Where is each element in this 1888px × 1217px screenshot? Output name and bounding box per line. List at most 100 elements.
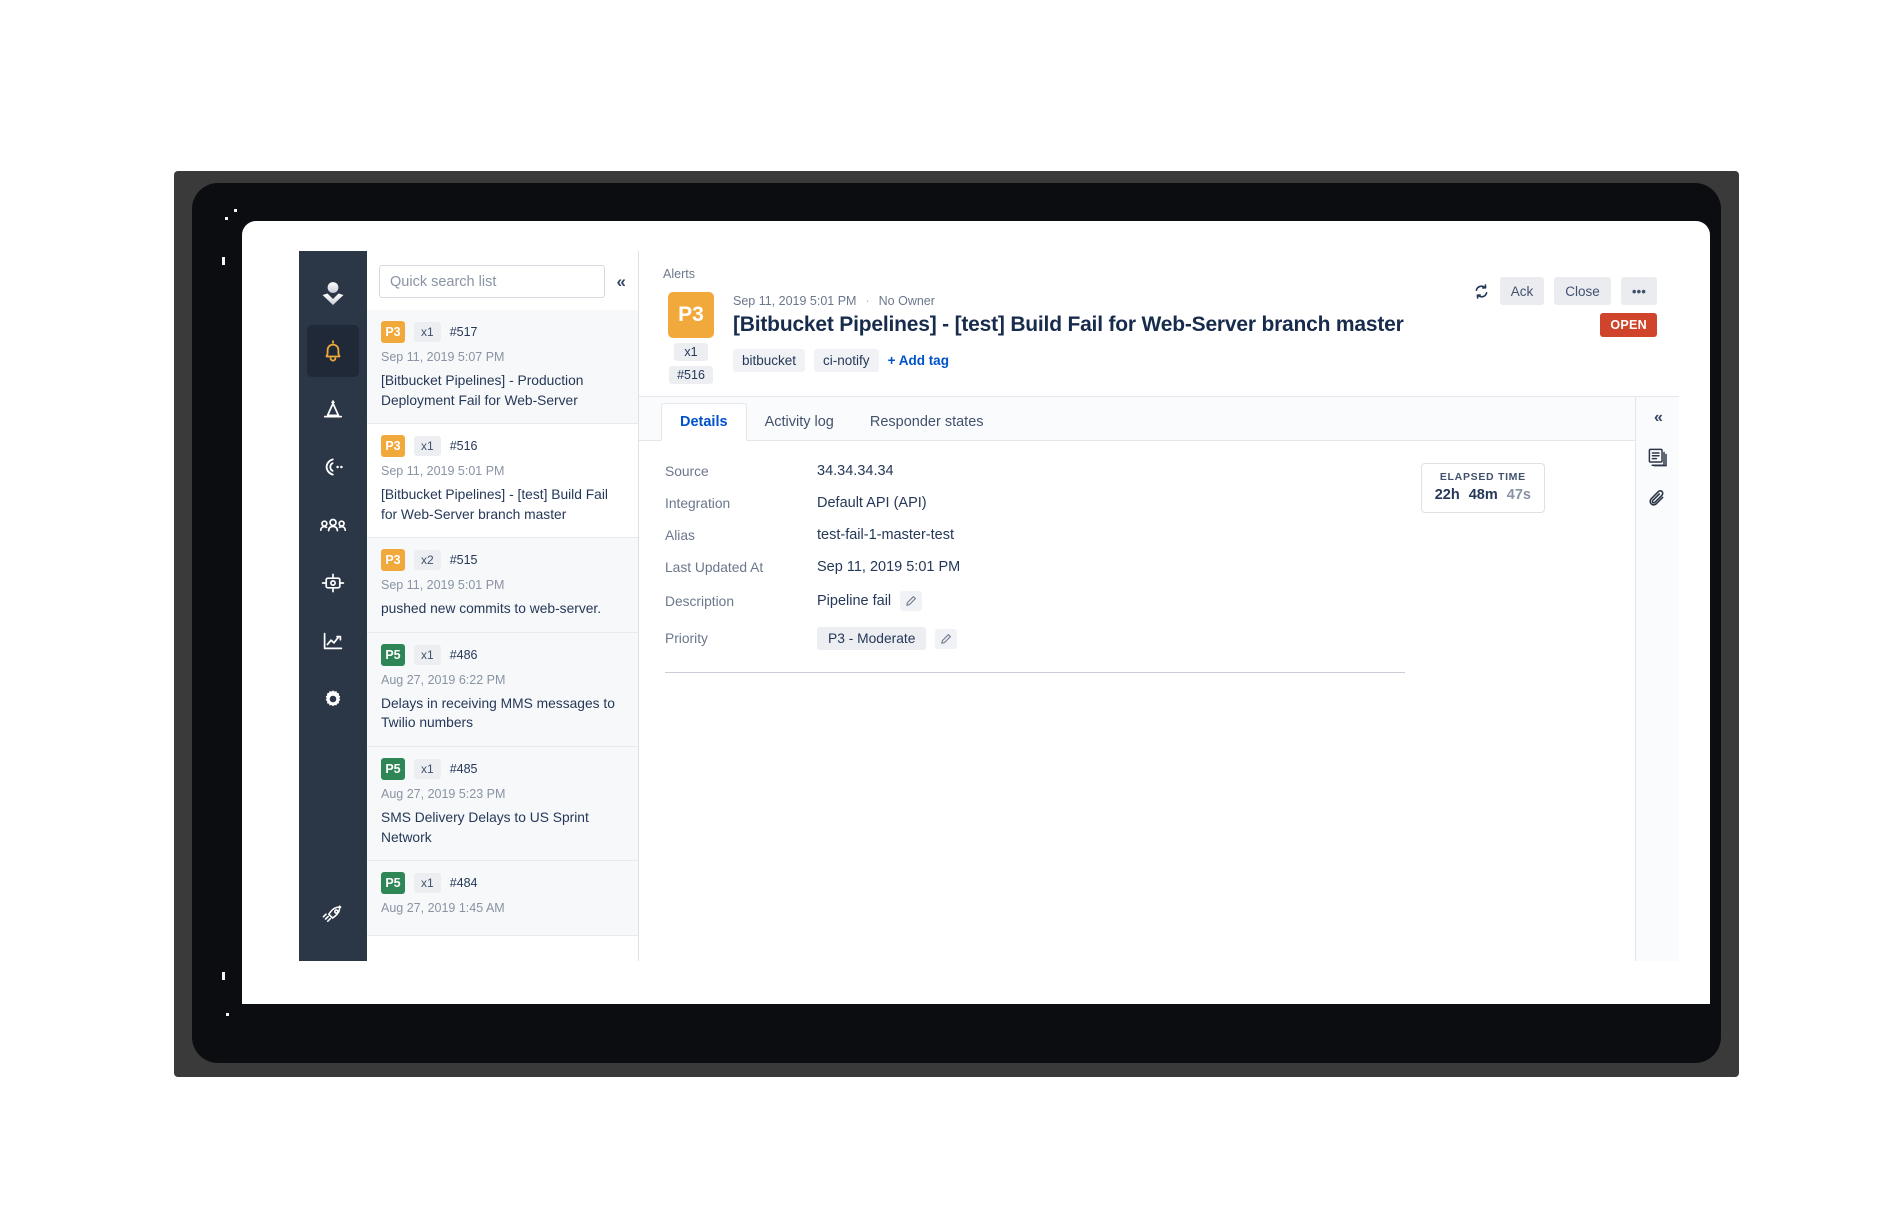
detail-value: P3 - Moderate [817, 627, 957, 650]
occurrence-count-badge: x1 [414, 759, 441, 779]
edit-pencil-icon[interactable] [935, 629, 957, 649]
sidebar-item-profile-avatar[interactable] [307, 267, 359, 319]
detail-label: Description [665, 594, 817, 609]
list-item[interactable]: P5x1#486 Aug 27, 2019 6:22 PM Delays in re… [367, 633, 638, 747]
list-item-date: Aug 27, 2019 5:23 PM [381, 787, 624, 801]
list-item-date: Sep 11, 2019 5:01 PM [381, 464, 624, 478]
priority-badge: P5 [381, 872, 405, 894]
sidebar-item-analytics[interactable] [307, 615, 359, 667]
tab-strip: DetailsActivity logResponder states [639, 397, 1635, 441]
detail-value-text: Sep 11, 2019 5:01 PM [817, 559, 960, 575]
detail-value: Sep 11, 2019 5:01 PM [817, 559, 960, 575]
list-item-title: SMS Delivery Delays to US Sprint Network [381, 808, 624, 847]
edit-pencil-icon[interactable] [900, 591, 922, 611]
list-item[interactable]: P3x1#517Sep 11, 2019 5:07 PM[Bitbucket P… [367, 310, 638, 424]
list-item[interactable]: P3x1#516Sep 11, 2019 5:01 PM[Bitbucket P… [367, 424, 638, 538]
list-item[interactable]: P5 x1 #485 Aug 27, 2019 5:23 PM SMS Delivery… [367, 747, 638, 861]
add-tag-button[interactable]: + Add tag [888, 353, 949, 368]
tag-chip[interactable]: bitbucket [733, 349, 805, 372]
detail-value-text: test-fail-1-master-test [817, 527, 954, 543]
collapse-list-icon[interactable]: « [613, 272, 628, 292]
priority-badge: P5 [381, 644, 405, 666]
list-item-header: P5 x1 #485 [381, 758, 624, 780]
priority-badge: P3 [381, 435, 405, 457]
tags-row: bitbucket ci-notify + Add tag [733, 349, 1657, 372]
page-title: [Bitbucket Pipelines] - [test] Build Fai… [733, 313, 1657, 337]
alert-header-row: P3 x1 #516 Sep 11, 2019 5:01 PM · No Own… [663, 292, 1657, 384]
occurrence-count-badge: x1 [414, 873, 441, 893]
monitor-frame: « P3 x1 #517 Sep 11, 2019 5:07 PM [Bitbucket… [174, 171, 1739, 1077]
list-search-row: « [367, 251, 638, 310]
occurrence-count-badge: x1 [674, 343, 708, 361]
detail-value-text: P3 - Moderate [817, 627, 926, 650]
list-item-title: Delays in receiving MMS messages to Twil… [381, 694, 624, 733]
details-pane: Source34.34.34.34IntegrationDefault API … [639, 441, 1635, 961]
user-avatar-icon [318, 278, 348, 308]
alert-id: #484 [450, 876, 478, 890]
tab-activity-log[interactable]: Activity log [747, 404, 852, 440]
list-item-header: P3x2#515 [381, 549, 624, 571]
alert-id: #517 [450, 325, 478, 339]
refresh-icon[interactable] [1473, 283, 1490, 300]
more-actions-button[interactable]: ••• [1621, 277, 1657, 305]
sidebar-item-teams[interactable] [307, 499, 359, 551]
list-item-date: Aug 27, 2019 6:22 PM [381, 673, 624, 687]
detail-label: Last Updated At [665, 560, 817, 575]
detail-label: Integration [665, 496, 817, 511]
notes-icon[interactable] [1647, 447, 1668, 468]
elapsed-time-card: ELAPSED TIME 22h 48m 47s [1421, 463, 1545, 513]
close-button[interactable]: Close [1554, 277, 1611, 305]
sidebar-item-incidents[interactable] [307, 383, 359, 435]
alert-id: #486 [450, 648, 478, 662]
right-side-rail: « [1635, 397, 1679, 961]
alert-list[interactable]: P3 x1 #517 Sep 11, 2019 5:07 PM [Bitbucket P… [367, 310, 638, 961]
priority-badge: P5 [381, 758, 405, 780]
list-item-header: P5x1#486 [381, 644, 624, 666]
alert-id: #515 [450, 553, 478, 567]
alert-id-badge: #516 [669, 366, 713, 384]
detail-value: Default API (API) [817, 495, 927, 511]
bezel-nub [225, 217, 228, 220]
monitor-screen-bezel: « P3 x1 #517 Sep 11, 2019 5:07 PM [Bitbucket… [192, 183, 1721, 1063]
sidebar-item-on-call[interactable] [307, 441, 359, 493]
detail-label: Alias [665, 528, 817, 543]
bezel-nub [222, 257, 225, 265]
collapse-right-rail-icon[interactable]: « [1654, 409, 1661, 427]
alert-id: #516 [450, 439, 478, 453]
detail-row: DescriptionPipeline fail [665, 591, 1609, 611]
alert-header: Alerts P3 x1 #516 Sep 11, 2019 5:01 PM [639, 251, 1679, 397]
ack-button[interactable]: Ack [1500, 277, 1545, 305]
detail-label: Priority [665, 631, 817, 646]
detail-value: Pipeline fail [817, 591, 922, 611]
elapsed-minutes: 48m [1469, 487, 1498, 503]
tab-details[interactable]: Details [661, 403, 747, 441]
sidebar-item-settings[interactable] [307, 673, 359, 725]
tab-responder-states[interactable]: Responder states [852, 404, 1002, 440]
sidebar-item-services[interactable] [307, 557, 359, 609]
detail-value-text: Default API (API) [817, 495, 927, 511]
search-input[interactable] [379, 265, 605, 298]
paperclip-icon[interactable] [1647, 488, 1668, 509]
sidebar-item-whats-new[interactable] [307, 889, 359, 941]
detail-value-text: 34.34.34.34 [817, 463, 894, 479]
list-item-title: [Bitbucket Pipelines] - Production Deplo… [381, 371, 624, 410]
rail-bottom-group [299, 889, 367, 947]
chart-line-icon [320, 628, 346, 654]
list-item[interactable]: P5x1#484Aug 27, 2019 1:45 AM [367, 861, 638, 936]
alert-timestamp: Sep 11, 2019 5:01 PM [733, 294, 856, 308]
list-item[interactable]: P3x2#515Sep 11, 2019 5:01 PMpushed new c… [367, 538, 638, 633]
gear-icon [320, 686, 346, 712]
alert-list-panel: « P3 x1 #517 Sep 11, 2019 5:07 PM [Bitbucket… [367, 251, 639, 961]
priority-badge: P3 [668, 292, 714, 338]
alert-content-main: DetailsActivity logResponder states Sour… [639, 397, 1635, 961]
elapsed-seconds: 47s [1507, 487, 1531, 503]
list-item-date: Sep 11, 2019 5:07 PM [381, 350, 624, 364]
alert-owner[interactable]: No Owner [879, 294, 935, 308]
sidebar-item-alerts[interactable] [307, 325, 359, 377]
traffic-cone-icon [320, 396, 346, 422]
tag-chip[interactable]: ci-notify [814, 349, 879, 372]
detail-value: test-fail-1-master-test [817, 527, 954, 543]
alert-id: #485 [450, 762, 478, 776]
alert-badge-stack: P3 x1 #516 [663, 292, 719, 384]
opsgenie-app: « P3 x1 #517 Sep 11, 2019 5:07 PM [Bitbucket… [299, 251, 1679, 961]
